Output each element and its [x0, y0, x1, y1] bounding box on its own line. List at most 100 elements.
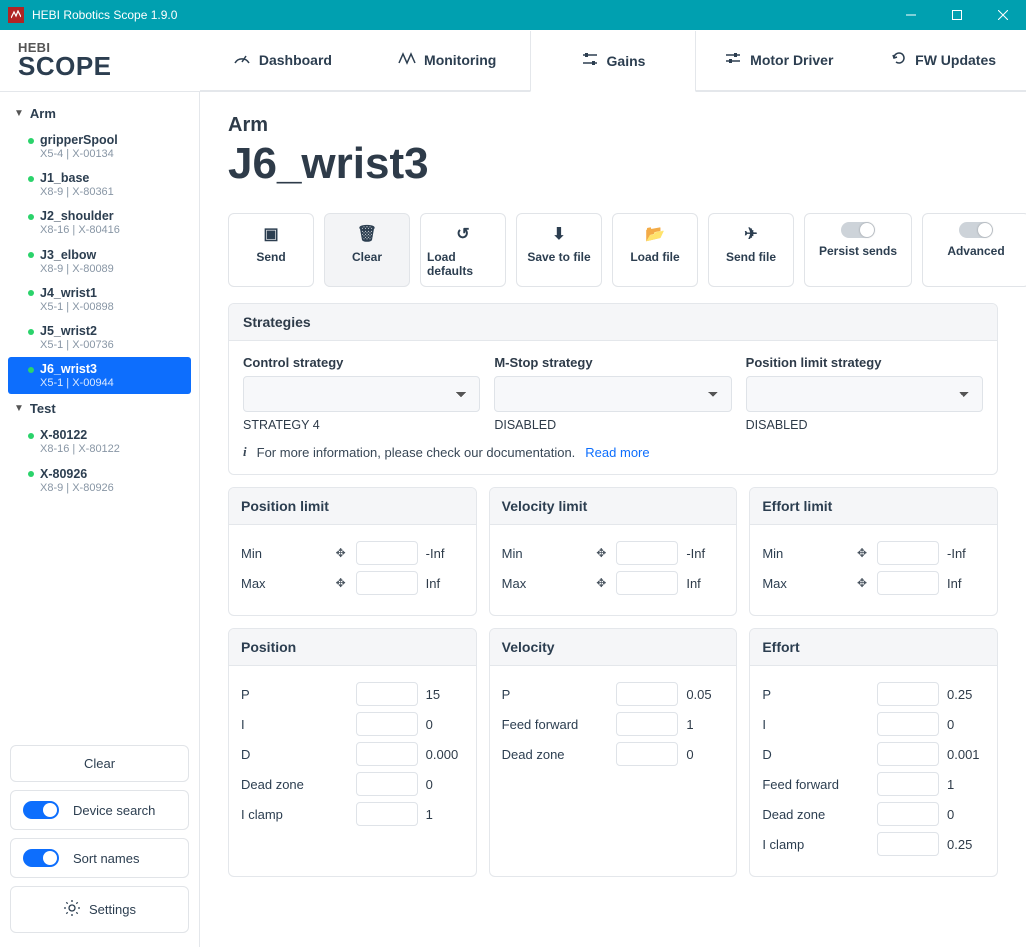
folder-open-icon: 📂 [645, 224, 665, 244]
reset-icon[interactable]: ✥ [855, 546, 869, 560]
advanced-toggle[interactable]: Advanced [922, 213, 1026, 287]
send-button[interactable]: ▣Send [228, 213, 314, 287]
motor-driver-icon [724, 50, 742, 70]
effort-d-input[interactable] [877, 742, 939, 766]
read-more-link[interactable]: Read more [585, 445, 649, 460]
reset-icon[interactable]: ✥ [855, 576, 869, 590]
minimize-button[interactable] [888, 0, 934, 30]
status-dot-icon [28, 252, 34, 258]
velocity-limit-max-input[interactable] [616, 571, 678, 595]
card-title: Effort [750, 629, 997, 666]
effort-limit-min-input[interactable] [877, 541, 939, 565]
tab-motor-driver[interactable]: Motor Driver [696, 30, 861, 91]
persist-sends-toggle[interactable]: Persist sends [804, 213, 912, 287]
position-limit-card: Position limit Min✥-Inf Max✥Inf [228, 487, 477, 616]
status-dot-icon [28, 329, 34, 335]
position-p-input[interactable] [356, 682, 418, 706]
tree-item[interactable]: X-80926X8-9 | X-80926 [8, 462, 191, 499]
reset-icon[interactable]: ✥ [334, 576, 348, 590]
tree-item[interactable]: J6_wrist3X5-1 | X-00944 [8, 357, 191, 394]
status-dot-icon [28, 367, 34, 373]
maximize-button[interactable] [934, 0, 980, 30]
toggle-label: Sort names [73, 851, 139, 866]
tab-gains[interactable]: Gains [530, 31, 697, 92]
mstop-strategy-select[interactable] [494, 376, 731, 412]
gear-icon [63, 899, 81, 920]
velocity-limit-card: Velocity limit Min✥-Inf Max✥Inf [489, 487, 738, 616]
tree-item[interactable]: J5_wrist2X5-1 | X-00736 [8, 319, 191, 356]
close-button[interactable] [980, 0, 1026, 30]
breadcrumb: Arm [228, 114, 998, 137]
toolbar: ▣Send 🗑Clear ↺Load defaults ⬇Save to fil… [228, 213, 998, 287]
tab-dashboard[interactable]: Dashboard [200, 30, 365, 91]
save-to-file-button[interactable]: ⬇Save to file [516, 213, 602, 287]
card-title: Velocity limit [490, 488, 737, 525]
position-deadzone-input[interactable] [356, 772, 418, 796]
tab-label: Monitoring [424, 52, 496, 68]
effort-deadzone-input[interactable] [877, 802, 939, 826]
effort-iclamp-input[interactable] [877, 832, 939, 856]
effort-limit-max-input[interactable] [877, 571, 939, 595]
sidebar-settings-button[interactable]: Settings [10, 886, 189, 933]
toggle-label: Device search [73, 803, 155, 818]
velocity-ff-input[interactable] [616, 712, 678, 736]
position-limit-max-input[interactable] [356, 571, 418, 595]
tab-fw-updates[interactable]: FW Updates [861, 30, 1026, 91]
tab-label: FW Updates [915, 52, 996, 68]
content: Arm J6_wrist3 ▣Send 🗑Clear ↺Load default… [200, 92, 1026, 947]
trash-icon: 🗑 [357, 224, 377, 244]
send-file-button[interactable]: ✈Send file [708, 213, 794, 287]
effort-i-input[interactable] [877, 712, 939, 736]
position-limit-min-input[interactable] [356, 541, 418, 565]
tree-group-test[interactable]: ▼ Test [4, 395, 195, 422]
effort-gains-card: Effort P0.25 I0 D0.001 Feed forward1 Dea… [749, 628, 998, 877]
tree-item[interactable]: X-80122X8-16 | X-80122 [8, 423, 191, 460]
velocity-gains-card: Velocity P0.05 Feed forward1 Dead zone0 [489, 628, 738, 877]
info-icon: i [243, 444, 247, 460]
toggle-on-icon [23, 801, 59, 819]
load-file-button[interactable]: 📂Load file [612, 213, 698, 287]
reset-icon[interactable]: ✥ [334, 546, 348, 560]
card-title: Position limit [229, 488, 476, 525]
tree-item[interactable]: J2_shoulderX8-16 | X-80416 [8, 204, 191, 241]
sidebar-clear-button[interactable]: Clear [10, 745, 189, 782]
clear-button[interactable]: 🗑Clear [324, 213, 410, 287]
group-label: Arm [30, 106, 56, 121]
velocity-p-input[interactable] [616, 682, 678, 706]
gains-row: Position P15 I0 D0.000 Dead zone0 I clam… [228, 628, 998, 877]
reset-icon[interactable]: ✥ [594, 546, 608, 560]
position-d-input[interactable] [356, 742, 418, 766]
effort-ff-input[interactable] [877, 772, 939, 796]
strategies-info: i For more information, please check our… [243, 444, 983, 460]
poslimit-strategy-value: DISABLED [746, 418, 983, 432]
card-title: Effort limit [750, 488, 997, 525]
control-strategy-select[interactable] [243, 376, 480, 412]
tree-item[interactable]: gripperSpoolX5-4 | X-00134 [8, 128, 191, 165]
position-gains-card: Position P15 I0 D0.000 Dead zone0 I clam… [228, 628, 477, 877]
velocity-limit-min-input[interactable] [616, 541, 678, 565]
mstop-strategy-label: M-Stop strategy [494, 355, 731, 370]
tree-group-arm[interactable]: ▼ Arm [4, 100, 195, 127]
tab-label: Dashboard [259, 52, 332, 68]
brand: HEBI SCOPE [0, 30, 200, 91]
window-title: HEBI Robotics Scope 1.9.0 [32, 8, 888, 22]
undo-icon: ↺ [456, 224, 469, 244]
status-dot-icon [28, 176, 34, 182]
device-search-toggle[interactable]: Device search [10, 790, 189, 830]
tab-monitoring[interactable]: Monitoring [365, 30, 530, 91]
reset-icon[interactable]: ✥ [594, 576, 608, 590]
effort-p-input[interactable] [877, 682, 939, 706]
tree-item[interactable]: J4_wrist1X5-1 | X-00898 [8, 281, 191, 318]
dashboard-icon [233, 51, 251, 69]
velocity-deadzone-input[interactable] [616, 742, 678, 766]
info-text: For more information, please check our d… [257, 445, 576, 460]
titlebar: HEBI Robotics Scope 1.9.0 [0, 0, 1026, 30]
position-i-input[interactable] [356, 712, 418, 736]
card-title: Velocity [490, 629, 737, 666]
tree-item[interactable]: J1_baseX8-9 | X-80361 [8, 166, 191, 203]
position-iclamp-input[interactable] [356, 802, 418, 826]
tree-item[interactable]: J3_elbowX8-9 | X-80089 [8, 243, 191, 280]
sort-names-toggle[interactable]: Sort names [10, 838, 189, 878]
load-defaults-button[interactable]: ↺Load defaults [420, 213, 506, 287]
poslimit-strategy-select[interactable] [746, 376, 983, 412]
